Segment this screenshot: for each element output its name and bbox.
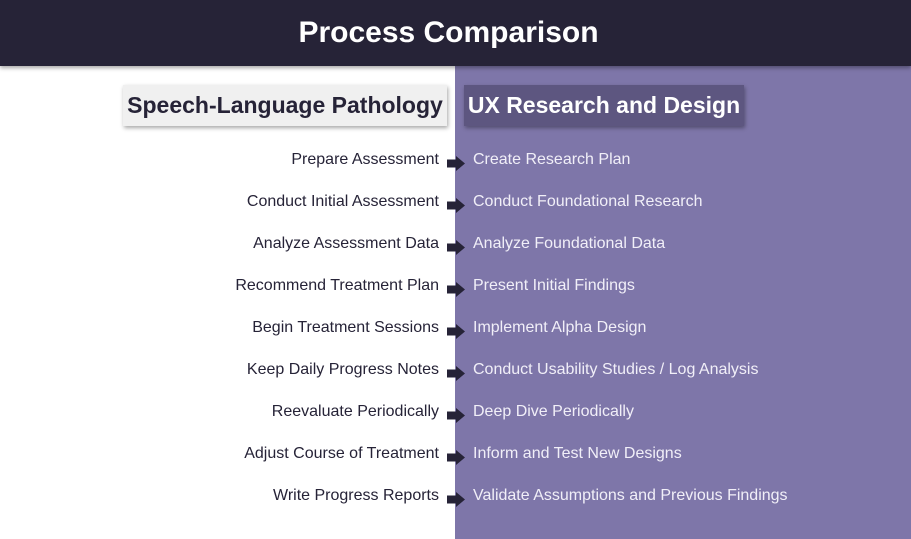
slp-step: Write Progress Reports	[273, 487, 439, 504]
ux-step: Deep Dive Periodically	[473, 403, 634, 420]
slp-step: Analyze Assessment Data	[253, 235, 439, 252]
step-row: Adjust Course of Treatment Inform and Te…	[0, 435, 911, 477]
ux-step: Present Initial Findings	[473, 277, 635, 294]
ux-step: Implement Alpha Design	[473, 319, 647, 336]
ux-step: Conduct Usability Studies / Log Analysis	[473, 361, 759, 378]
ux-step: Conduct Foundational Research	[473, 193, 703, 210]
right-arrow-icon	[447, 408, 465, 423]
right-arrow-icon	[447, 282, 465, 297]
page-title: Process Comparison	[298, 16, 599, 49]
ux-step: Analyze Foundational Data	[473, 235, 666, 252]
right-arrow-icon	[447, 240, 465, 255]
step-row: Prepare Assessment Create Research Plan	[0, 141, 911, 183]
step-rows: Prepare Assessment Create Research Plan …	[0, 141, 911, 519]
right-arrow-icon	[447, 450, 465, 465]
slp-step: Keep Daily Progress Notes	[246, 361, 439, 378]
slp-step: Prepare Assessment	[291, 151, 439, 168]
ux-step: Create Research Plan	[473, 151, 631, 168]
right-arrow-icon	[447, 198, 465, 213]
slp-step: Reevaluate Periodically	[271, 403, 439, 420]
step-row: Conduct Initial Assessment Conduct Found…	[0, 183, 911, 225]
right-arrow-icon	[447, 366, 465, 381]
right-arrow-icon	[447, 492, 465, 507]
ux-step: Validate Assumptions and Previous Findin…	[473, 487, 788, 504]
step-row: Keep Daily Progress Notes Conduct Usabil…	[0, 351, 911, 393]
right-arrow-icon	[447, 324, 465, 339]
step-row: Recommend Treatment Plan Present Initial…	[0, 267, 911, 309]
ux-step: Inform and Test New Designs	[473, 445, 682, 462]
slp-column-header: Speech-Language Pathology	[123, 85, 447, 126]
step-row: Analyze Assessment Data Analyze Foundati…	[0, 225, 911, 267]
ux-column-header: UX Research and Design	[464, 85, 744, 126]
right-arrow-icon	[447, 156, 465, 171]
step-row: Reevaluate Periodically Deep Dive Period…	[0, 393, 911, 435]
step-row: Write Progress Reports Validate Assumpti…	[0, 477, 911, 519]
slp-step: Adjust Course of Treatment	[244, 445, 439, 462]
slp-step: Conduct Initial Assessment	[246, 193, 439, 210]
step-row: Begin Treatment Sessions Implement Alpha…	[0, 309, 911, 351]
slp-step: Begin Treatment Sessions	[252, 319, 439, 336]
slp-step: Recommend Treatment Plan	[235, 277, 439, 294]
title-bar: Process Comparison	[0, 0, 911, 66]
